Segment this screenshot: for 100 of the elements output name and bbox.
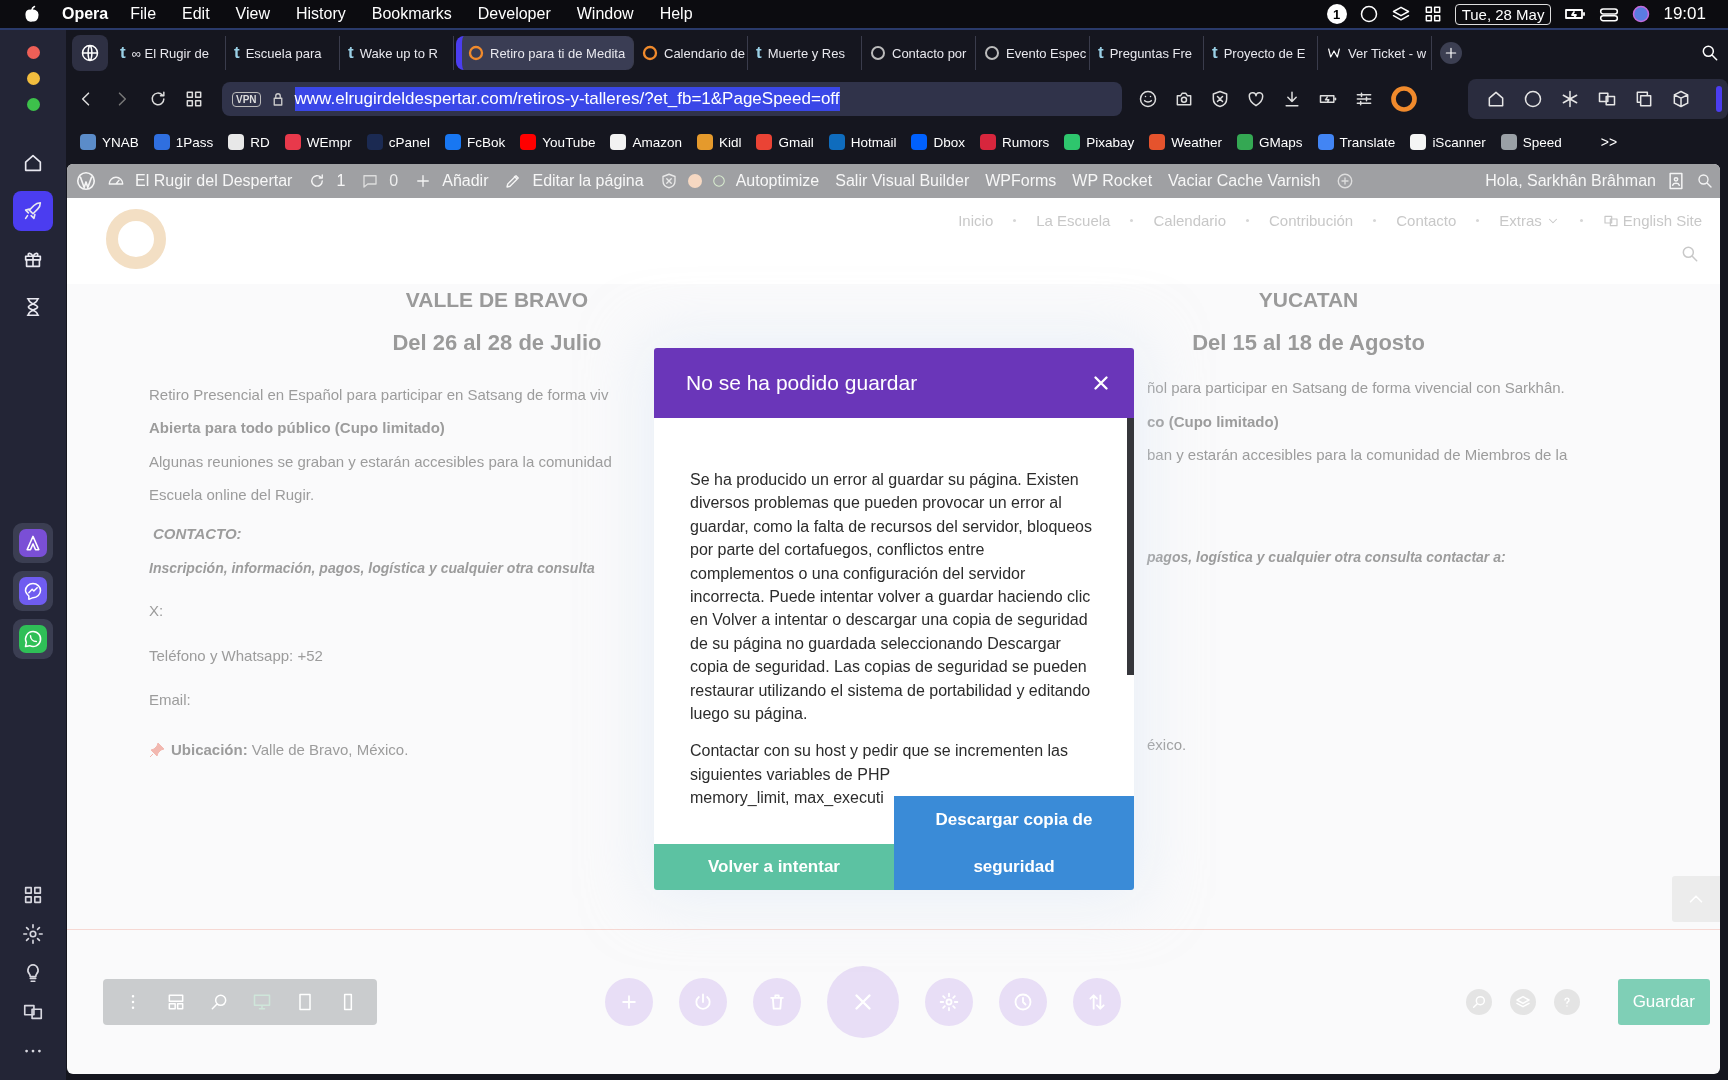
date-display[interactable]: Tue, 28 May (1454, 3, 1552, 25)
menu-item[interactable]: Help (659, 5, 693, 23)
event-text: Inscripción, información, pagos, logística y cualquier otra consulta (149, 559, 595, 578)
menu-item[interactable]: Edit (182, 5, 210, 23)
event-text: éxico. (1147, 735, 1187, 753)
rocket-icon (22, 200, 44, 222)
new-tab-button[interactable] (1440, 42, 1462, 64)
settings-icon (939, 992, 959, 1012)
circle-icon[interactable] (1523, 89, 1543, 109)
bookmark[interactable]: WEmpr (284, 134, 352, 150)
event-dates: Del 26 al 28 de Julio (392, 330, 602, 356)
app-menu[interactable]: Opera (62, 5, 109, 23)
copy-icon[interactable] (1634, 89, 1654, 109)
browser-tab[interactable]: Contacto por (864, 36, 976, 70)
translate-icon[interactable] (1597, 89, 1617, 109)
bookmark[interactable]: Translate (1317, 134, 1396, 150)
bookmark[interactable]: RD (228, 134, 270, 150)
clock-time[interactable]: 19:01 (1663, 4, 1706, 24)
bookmark[interactable]: Speed (1500, 134, 1562, 150)
workspace-button[interactable] (72, 35, 108, 71)
bookmark[interactable]: Kidl (696, 134, 742, 150)
app-button[interactable] (13, 619, 53, 659)
power-icon (693, 992, 713, 1012)
snowflake-icon[interactable] (1560, 89, 1580, 109)
pin-icon (149, 741, 165, 758)
shield-icon (659, 172, 678, 190)
vpn-badge[interactable]: VPN (232, 91, 261, 107)
app-button[interactable] (13, 523, 53, 563)
cube-icon[interactable] (1671, 89, 1691, 109)
grid-icon[interactable] (22, 884, 44, 906)
menu-item[interactable]: Window (576, 5, 634, 23)
siri-icon[interactable] (1631, 4, 1652, 24)
camera-icon[interactable] (1174, 89, 1194, 109)
layers-icon (1514, 994, 1531, 1010)
scrollbar[interactable] (1127, 418, 1134, 675)
sidebar-button[interactable] (13, 191, 53, 231)
notification-badge[interactable]: 1 (1326, 4, 1347, 24)
sliders-icon[interactable] (1354, 89, 1374, 109)
browser-tab[interactable]: t ∞ El Rugir de (114, 36, 226, 70)
event-text: Algunas reuniones se graban y estarán accesibles para la comunidad (149, 451, 612, 472)
browser-tab[interactable]: t Proyecto de E (1206, 36, 1318, 70)
emoji-icon[interactable] (1138, 89, 1158, 109)
sidebar-toggle[interactable] (1716, 86, 1722, 112)
circle-icon[interactable] (1358, 4, 1379, 24)
bookmark[interactable]: Pixabay (1064, 134, 1135, 150)
bookmark[interactable]: Gmail (756, 134, 814, 150)
browser-tab[interactable]: t Wake up to R (342, 36, 454, 70)
bookmark[interactable]: 1Pass (153, 134, 214, 150)
bookmark[interactable]: YouTube (520, 134, 596, 150)
bookmark[interactable]: YNAB (80, 134, 139, 150)
trash-icon (767, 992, 787, 1012)
app-button[interactable] (13, 571, 53, 611)
zoom-window-button[interactable] (26, 98, 40, 111)
event-text: Teléfono y Whatsapp: +52 (149, 645, 323, 666)
menu-item[interactable]: Developer (477, 5, 551, 23)
more-bookmarks-button[interactable]: >> (1600, 134, 1618, 150)
bookmark[interactable]: Weather (1149, 134, 1223, 150)
search-icon[interactable] (1700, 43, 1720, 63)
browser-tab[interactable]: Ver Ticket - w (1320, 36, 1432, 70)
event-text: Abierta para todo público (Cupo limitado) (149, 418, 445, 439)
heart-icon[interactable] (1246, 89, 1266, 109)
menu-item[interactable]: History (296, 5, 346, 23)
event-text: Retiro Presencial en Español para participar en Satsang de forma viv (149, 384, 609, 405)
menu-item[interactable]: View (235, 5, 270, 23)
menu-item[interactable]: File (130, 5, 157, 23)
bookmark[interactable]: GMaps (1237, 134, 1303, 150)
plus-icon (1443, 45, 1459, 61)
shield-icon[interactable] (1210, 89, 1230, 109)
menu-item[interactable]: Bookmarks (371, 5, 452, 23)
clock-icon (1013, 992, 1033, 1012)
globe-icon (80, 43, 100, 63)
bookmark[interactable]: Amazon (610, 134, 682, 150)
status-dot (687, 174, 702, 188)
home-icon[interactable] (1486, 89, 1506, 109)
minimize-window-button[interactable] (26, 72, 40, 85)
event-text: pagos, logística y cualquier otra consulta contactar a: (1147, 549, 1506, 565)
ring-icon[interactable] (1390, 85, 1418, 113)
bookmark[interactable]: Dbox (911, 134, 965, 150)
download-icon[interactable] (1282, 89, 1302, 109)
favicon-letter: t (234, 43, 240, 63)
tabs-grid-icon[interactable] (184, 89, 204, 109)
browser-tab[interactable]: Retiro para ti de Medita (456, 36, 634, 70)
bookmark[interactable]: cPanel (366, 134, 431, 150)
event-dates: Del 15 al 18 de Agosto (1192, 330, 1425, 356)
bookmark[interactable]: Rumors (980, 134, 1050, 150)
browser-tab[interactable]: t Muerte y Res (750, 36, 862, 70)
bookmark[interactable]: Hotmail (828, 134, 897, 150)
browser-tab[interactable]: t Preguntas Fre (1092, 36, 1204, 70)
w-icon (1326, 45, 1342, 61)
event-place: VALLE DE BRAVO (405, 288, 589, 312)
download-backup-button[interactable]: Descargar copia de seguridad (894, 796, 1134, 890)
settings-icon[interactable] (22, 923, 44, 945)
ring-icon (642, 45, 658, 61)
bookmark[interactable]: FcBok (445, 134, 506, 150)
bookmark[interactable]: iScanner (1410, 134, 1486, 150)
ring-icon (468, 45, 484, 61)
browser-tab[interactable]: t Escuela para (228, 36, 340, 70)
browser-tab[interactable]: Evento Espec (978, 36, 1090, 70)
close-window-button[interactable] (26, 46, 40, 59)
browser-tab[interactable]: Calendario de (636, 36, 748, 70)
